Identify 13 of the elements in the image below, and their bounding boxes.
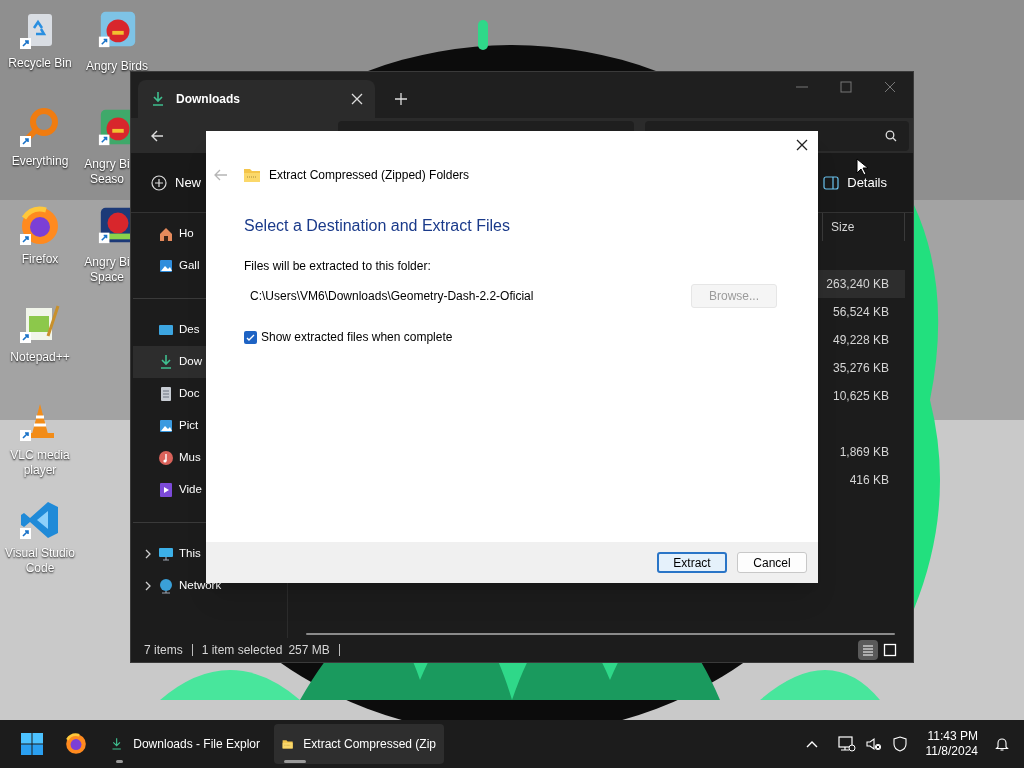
dialog-title: Extract Compressed (Zipped) Folders (269, 167, 470, 184)
selection-size: 257 MB (288, 642, 330, 659)
folder-label: Files will be extracted to this folder: (244, 258, 432, 275)
item-count: 7 items (144, 642, 183, 659)
dialog-heading: Select a Destination and Extract Files (244, 216, 511, 236)
size-cell-text: 263,240 KB (826, 276, 889, 293)
size-cell-text: 416 KB (849, 472, 889, 489)
size-cell-text: 10,625 KB (832, 388, 889, 405)
selection-info: 1 item selected (201, 642, 283, 659)
size-cell-text: 35,276 KB (832, 360, 889, 377)
size-cell-text: 56,524 KB (832, 304, 889, 321)
size-cell-text: 1,869 KB (839, 444, 889, 461)
checkbox-label: Show extracted files when complete (261, 329, 453, 346)
